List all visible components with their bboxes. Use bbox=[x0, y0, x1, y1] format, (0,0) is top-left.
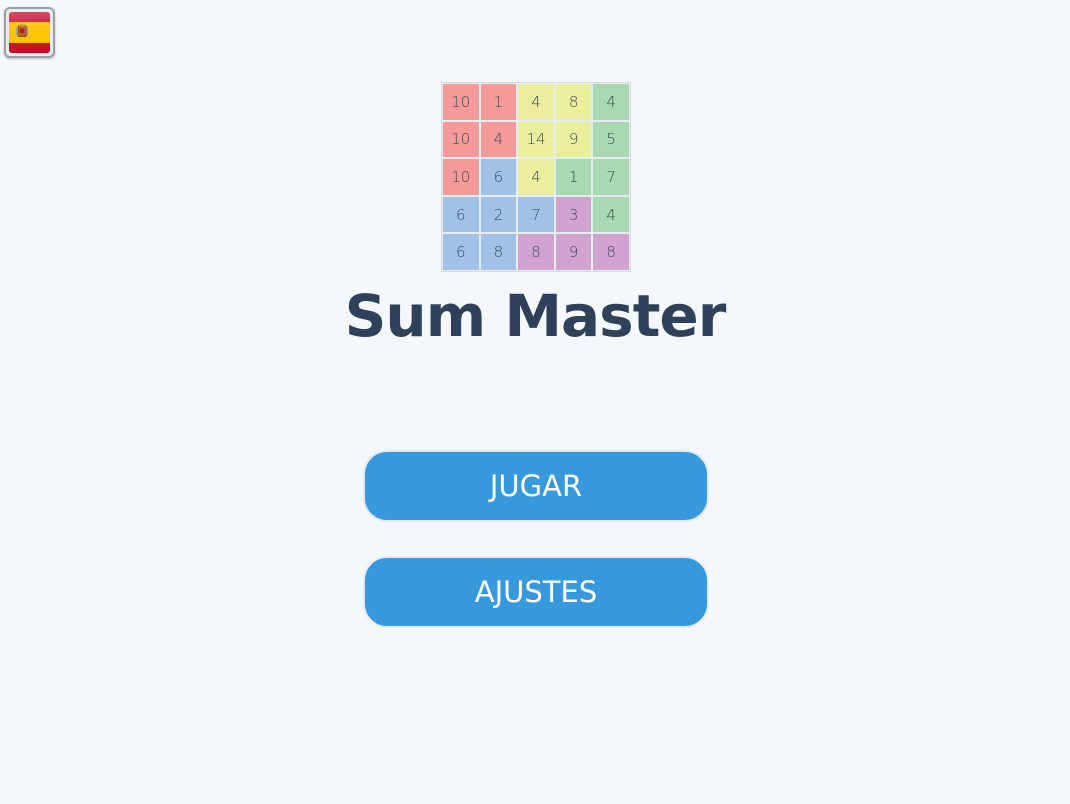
play-button[interactable]: JUGAR bbox=[363, 450, 709, 522]
logo-grid-cell: 5 bbox=[592, 120, 630, 159]
logo-grid-cell: 4 bbox=[479, 120, 518, 159]
logo-grid-cell: 8 bbox=[554, 83, 593, 121]
logo-grid-cell: 7 bbox=[517, 195, 555, 234]
logo-grid-cell: 1 bbox=[479, 83, 518, 121]
logo-grid-cell: 3 bbox=[554, 195, 593, 234]
logo-grid-cell: 7 bbox=[592, 158, 630, 196]
logo-grid-cell: 2 bbox=[479, 195, 518, 234]
logo-grid-cell: 4 bbox=[517, 83, 555, 121]
logo-grid-cell: 4 bbox=[592, 195, 630, 234]
settings-button-label: AJUSTES bbox=[474, 575, 598, 609]
logo-grid-cell: 8 bbox=[517, 233, 555, 271]
logo-grid-cell: 14 bbox=[517, 120, 555, 159]
logo-grid-cell: 9 bbox=[554, 120, 593, 159]
logo-grid-cell: 6 bbox=[442, 233, 480, 271]
play-button-label: JUGAR bbox=[489, 469, 583, 503]
logo-grid-cell: 4 bbox=[592, 83, 630, 121]
logo-grid-cell: 6 bbox=[442, 195, 480, 234]
logo-grid-cell: 4 bbox=[517, 158, 555, 196]
logo-grid-cell: 10 bbox=[442, 83, 480, 121]
logo-grid-cell: 1 bbox=[554, 158, 593, 196]
settings-button[interactable]: AJUSTES bbox=[363, 556, 709, 628]
spain-flag-icon bbox=[9, 12, 50, 53]
logo-grid-cell: 10 bbox=[442, 158, 480, 196]
logo-grid-cell: 8 bbox=[479, 233, 518, 271]
logo-grid-cell: 10 bbox=[442, 120, 480, 159]
logo-grid-cell: 9 bbox=[554, 233, 593, 271]
logo-grid: 10 1 4 8 4 10 4 14 9 5 10 6 4 1 7 6 2 7 3 4 6 8 8 9 8 bbox=[441, 82, 631, 272]
language-button[interactable] bbox=[4, 7, 55, 58]
logo-grid-cell: 8 bbox=[592, 233, 630, 271]
logo-grid-cell: 6 bbox=[479, 158, 518, 196]
main-menu-screen: 10 1 4 8 4 10 4 14 9 5 10 6 4 1 7 6 2 7 3 4 6 8 8 9 8 Sum Master… bbox=[0, 0, 1070, 804]
page-title: Sum Master bbox=[344, 282, 727, 350]
